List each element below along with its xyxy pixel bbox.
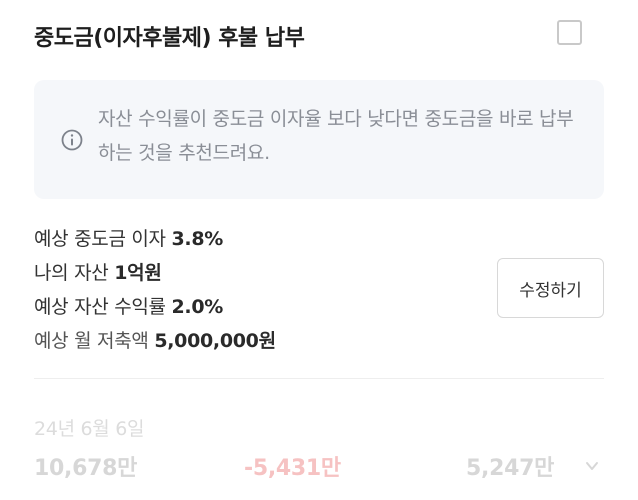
stat-row: 10,678만 -5,431만 5,247만 [34, 450, 604, 486]
summary-row-monthly-savings: 예상 월 저축액 5,000,000원 [34, 324, 474, 358]
stat-date: 24년 6월 6일 [34, 418, 145, 440]
summary-label: 나의 자산 [34, 262, 109, 284]
summary-label: 예상 자산 수익률 [34, 296, 166, 318]
deferred-payment-checkbox[interactable] [557, 20, 582, 45]
summary-row-return-rate: 예상 자산 수익률 2.0% [34, 290, 474, 324]
summary-label: 예상 월 저축액 [34, 330, 149, 352]
summary-value: 3.8% [171, 228, 224, 250]
info-message: 자산 수익률이 중도금 이자율 보다 낮다면 중도금을 바로 납부하는 것을 추… [98, 108, 574, 164]
stat-asset: 10,678만 [34, 456, 138, 481]
summary-row-assets: 나의 자산 1억원 [34, 256, 474, 290]
summary-value: 2.0% [171, 296, 224, 318]
summary-list: 예상 중도금 이자 3.8% 나의 자산 1억원 예상 자산 수익률 2.0% … [34, 222, 474, 358]
summary-value: 1억원 [114, 262, 162, 284]
section-header: 중도금(이자후불제) 후불 납부 [34, 14, 594, 58]
stat-result: 5,247만 [466, 456, 555, 481]
chevron-down-icon[interactable] [584, 458, 600, 474]
stat-difference: -5,431만 [244, 456, 341, 481]
info-box: 자산 수익률이 중도금 이자율 보다 낮다면 중도금을 바로 납부하는 것을 추… [34, 80, 604, 199]
summary-row-interest: 예상 중도금 이자 3.8% [34, 222, 474, 256]
edit-button[interactable]: 수정하기 [497, 258, 604, 318]
divider [34, 378, 604, 379]
section-title: 중도금(이자후불제) 후불 납부 [34, 26, 305, 51]
summary-label: 예상 중도금 이자 [34, 228, 166, 250]
summary-value: 5,000,000원 [154, 330, 276, 352]
info-circle-icon [61, 129, 83, 151]
